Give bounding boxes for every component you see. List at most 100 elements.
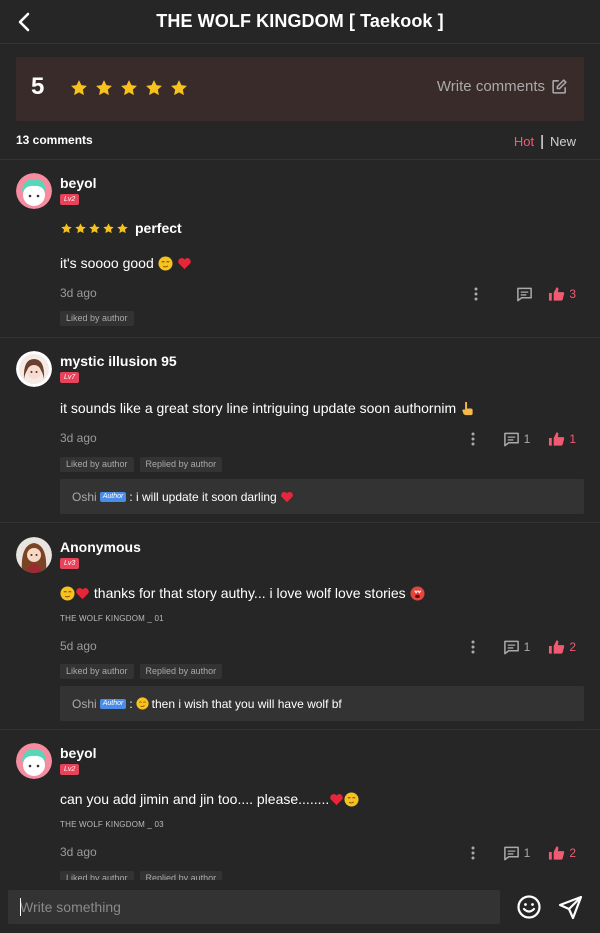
comment-icon [517, 287, 533, 302]
heart-emoji-icon [177, 258, 191, 270]
emoji-button[interactable] [515, 893, 543, 921]
liked-by-author-badge: Liked by author [60, 311, 134, 326]
username[interactable]: Anonymous [60, 539, 141, 555]
comment-input[interactable] [8, 890, 500, 924]
chapter-reference[interactable]: THE WOLF KINGDOM _ 01 [60, 614, 164, 623]
username[interactable]: beyol [60, 175, 97, 191]
rating-stars [69, 78, 189, 98]
reply-colon: : [129, 696, 133, 711]
comment-icon [503, 640, 519, 655]
chapter-reference[interactable]: THE WOLF KINGDOM _ 03 [60, 820, 164, 829]
smirk-emoji-icon [136, 697, 149, 710]
like-button[interactable]: 1 [548, 431, 576, 447]
rating-value: 5 [31, 73, 45, 100]
comment-actions: 1 2 [463, 637, 576, 657]
star-icon [121, 80, 137, 96]
comment-item: beyol Lv2 perfect it's soooo good 3d ago… [0, 173, 600, 338]
comment-date: 3d ago [60, 431, 97, 445]
star-icon [96, 80, 112, 96]
comment-rating-stars [60, 222, 129, 235]
star-icon [75, 222, 86, 233]
star-icon [103, 222, 114, 233]
avatar[interactable] [16, 173, 52, 209]
comment-actions: 3 [466, 284, 576, 304]
sort-separator: | [540, 133, 544, 150]
more-options-button[interactable] [463, 843, 483, 863]
thumbs-up-icon [549, 640, 565, 654]
chevron-left-icon [18, 12, 30, 32]
author-reply[interactable]: Oshi Author : then i wish that you will … [60, 686, 584, 721]
like-button[interactable]: 2 [548, 639, 576, 655]
author-reply[interactable]: Oshi Author : i will update it soon darl… [60, 479, 584, 514]
comment-item: mystic illusion 95 Lv7 it sounds like a … [0, 351, 600, 523]
username[interactable]: beyol [60, 745, 97, 761]
page-title: THE WOLF KINGDOM [ Taekook ] [156, 11, 444, 31]
comment-icon [503, 846, 519, 861]
reply-author-name: Oshi [72, 489, 97, 504]
more-options-button[interactable] [466, 284, 486, 304]
more-vertical-icon [471, 640, 475, 654]
heart-emoji-icon [280, 491, 293, 502]
replied-by-author-badge: Replied by author [139, 457, 223, 472]
thumbs-up-icon [549, 846, 565, 860]
comment-rating: perfect [60, 220, 182, 236]
reply-text: : i will update it soon darling [129, 489, 277, 504]
smile-icon [517, 895, 541, 919]
star-icon [89, 222, 100, 233]
author-tag: Author [99, 698, 127, 709]
username[interactable]: mystic illusion 95 [60, 353, 177, 369]
comment-item: Anonymous Lv3 thanks for that story auth… [0, 537, 600, 730]
sort-hot-tab[interactable]: Hot [514, 134, 534, 149]
comment-date: 5d ago [60, 639, 97, 653]
level-badge: Lv2 [60, 764, 80, 775]
back-button[interactable] [12, 8, 36, 36]
thumbs-up-icon [549, 432, 565, 446]
heart-emoji-icon [330, 794, 344, 806]
author-badges: Liked by author Replied by author [60, 871, 223, 880]
write-comments-button[interactable]: Write comments [437, 78, 568, 95]
avatar[interactable] [16, 743, 52, 779]
reply-button[interactable]: 1 [503, 845, 530, 861]
send-button[interactable] [557, 893, 585, 921]
author-badges: Liked by author [60, 311, 134, 326]
comment-text: thanks for that story authy... i love wo… [60, 585, 425, 601]
rating-card: 5 Write comments [16, 57, 584, 121]
more-options-button[interactable] [463, 637, 483, 657]
comment-text: can you add jimin and jin too.... please… [60, 791, 359, 807]
reply-button[interactable]: 1 [503, 639, 530, 655]
avatar-image [16, 173, 52, 209]
heart-emoji-icon [76, 588, 89, 600]
smirk-emoji-icon [60, 586, 75, 601]
like-button[interactable]: 3 [548, 286, 576, 302]
comment-date: 3d ago [60, 845, 97, 859]
reply-button[interactable] [516, 286, 542, 302]
pointing-up-emoji-icon [462, 401, 473, 416]
star-icon [171, 80, 187, 96]
comment-actions: 1 1 [463, 429, 576, 449]
author-badges: Liked by author Replied by author [60, 664, 223, 679]
avatar[interactable] [16, 351, 52, 387]
thumbs-up-icon [549, 287, 565, 301]
send-icon [558, 895, 583, 920]
sort-new-tab[interactable]: New [550, 134, 576, 149]
reply-button[interactable]: 1 [503, 431, 530, 447]
comment-input-wrapper [8, 890, 500, 924]
comment-composer [0, 880, 600, 933]
avatar-image [16, 351, 52, 387]
author-tag: Author [99, 491, 127, 502]
avatar[interactable] [16, 537, 52, 573]
more-options-button[interactable] [463, 429, 483, 449]
more-vertical-icon [474, 287, 478, 301]
comment-text-content: it sounds like a great story line intrig… [60, 400, 457, 416]
like-button[interactable]: 2 [548, 845, 576, 861]
like-count: 1 [569, 432, 576, 446]
more-vertical-icon [471, 846, 475, 860]
comment-text-content: can you add jimin and jin too.... please… [60, 791, 330, 807]
replied-by-author-badge: Replied by author [139, 664, 223, 679]
reply-text: then i wish that you will have wolf bf [151, 696, 342, 711]
comment-date: 3d ago [60, 286, 97, 300]
author-badges: Liked by author Replied by author [60, 457, 223, 472]
edit-icon [552, 79, 567, 94]
comment-icon [503, 432, 519, 447]
smirk-emoji-icon [158, 256, 173, 271]
